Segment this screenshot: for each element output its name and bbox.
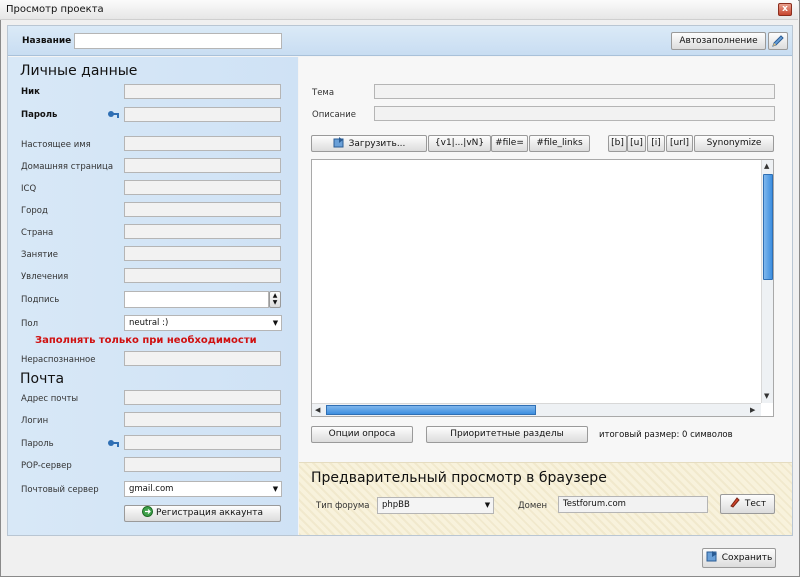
real-name-input[interactable] <box>124 136 281 151</box>
upload-icon <box>333 137 344 148</box>
horizontal-scrollbar[interactable]: ◀ ▶ <box>312 403 761 416</box>
topic-input[interactable] <box>374 84 775 99</box>
homepage-label: Домашняя страница <box>21 162 114 172</box>
footer-bar <box>8 536 792 576</box>
mail-section-title: Почта <box>20 371 65 387</box>
priority-sections-button[interactable]: Приоритетные разделы <box>426 426 588 443</box>
mail-login-input[interactable] <box>124 412 281 427</box>
spin-up-icon[interactable]: ▲ <box>270 292 280 299</box>
nick-label: Ник <box>21 87 40 97</box>
city-label: Город <box>21 206 48 216</box>
name-label: Название <box>22 36 72 46</box>
scroll-down-icon[interactable]: ▼ <box>764 392 769 400</box>
forum-type-select[interactable]: phpBB ▼ <box>377 497 494 514</box>
url-button[interactable]: [url] <box>666 135 693 152</box>
pencil-icon <box>772 35 784 47</box>
file-button[interactable]: #file= <box>491 135 528 152</box>
name-input[interactable] <box>74 33 282 49</box>
horizontal-scroll-thumb[interactable] <box>326 405 536 415</box>
forum-type-label: Тип форума <box>316 501 370 511</box>
underline-button[interactable]: [u] <box>627 135 646 152</box>
signature-input[interactable] <box>124 291 269 308</box>
window-title: Просмотр проекта <box>6 4 104 15</box>
edit-button[interactable] <box>768 32 788 50</box>
signature-spinner[interactable]: ▲ ▼ <box>269 291 281 308</box>
unrecognized-label: Нераспознанное <box>21 355 96 365</box>
hobbies-input[interactable] <box>124 268 281 283</box>
vertical-scroll-thumb[interactable] <box>763 174 773 280</box>
vertical-scrollbar[interactable]: ▲ ▼ <box>761 160 773 403</box>
chevron-down-icon: ▼ <box>272 485 279 493</box>
poll-options-button[interactable]: Опции опроса <box>311 426 413 443</box>
signature-label: Подпись <box>21 295 60 305</box>
chevron-down-icon: ▼ <box>484 501 491 509</box>
synonymize-button[interactable]: Synonymize <box>694 135 774 152</box>
brush-icon <box>730 497 740 508</box>
homepage-input[interactable] <box>124 158 281 173</box>
spin-down-icon[interactable]: ▼ <box>270 299 280 306</box>
description-label: Описание <box>312 110 356 120</box>
occupation-input[interactable] <box>124 246 281 261</box>
title-bar[interactable]: Просмотр проекта x <box>0 0 798 20</box>
password-input[interactable] <box>124 107 281 122</box>
file-links-button[interactable]: #file_links <box>529 135 590 152</box>
real-name-label: Настоящее имя <box>21 140 91 150</box>
save-icon <box>706 551 717 562</box>
country-input[interactable] <box>124 224 281 239</box>
icq-label: ICQ <box>21 184 37 194</box>
gender-select[interactable]: neutral :) ▼ <box>124 315 282 331</box>
close-button[interactable]: x <box>778 3 792 16</box>
bold-button[interactable]: [b] <box>608 135 627 152</box>
personal-section-title: Личные данные <box>20 63 138 79</box>
mail-password-label: Пароль <box>21 439 54 449</box>
mail-login-label: Логин <box>21 416 49 426</box>
occupation-label: Занятие <box>21 250 59 260</box>
save-button[interactable]: Сохранить <box>702 548 776 568</box>
total-size-text: итоговый размер: 0 символов <box>599 430 733 440</box>
preview-title: Предварительный просмотр в браузере <box>311 470 607 486</box>
test-button[interactable]: Тест <box>720 494 775 514</box>
domain-input[interactable]: Testforum.com <box>558 496 708 513</box>
mail-address-label: Адрес почты <box>21 394 79 404</box>
icq-input[interactable] <box>124 180 281 195</box>
autofill-button[interactable]: Автозаполнение <box>671 32 766 50</box>
password-label: Пароль <box>21 110 58 120</box>
post-body-textarea[interactable] <box>311 159 774 417</box>
unrecognized-input[interactable] <box>124 351 281 366</box>
mail-address-input[interactable] <box>124 390 281 405</box>
topic-label: Тема <box>312 88 335 98</box>
variants-button[interactable]: {v1|...|vN} <box>428 135 491 152</box>
domain-label: Домен <box>518 501 548 511</box>
chevron-down-icon: ▼ <box>272 319 279 327</box>
globe-icon <box>141 506 153 517</box>
scroll-up-icon[interactable]: ▲ <box>764 162 769 170</box>
hobbies-label: Увлечения <box>21 272 69 282</box>
country-label: Страна <box>21 228 54 238</box>
key-icon[interactable] <box>107 438 120 449</box>
scroll-right-icon[interactable]: ▶ <box>750 406 755 414</box>
key-icon[interactable] <box>107 109 120 120</box>
mail-server-label: Почтовый сервер <box>21 485 99 495</box>
nick-input[interactable] <box>124 84 281 99</box>
description-input[interactable] <box>374 106 775 121</box>
pop-server-label: POP-сервер <box>21 461 72 471</box>
pop-server-input[interactable] <box>124 457 281 472</box>
italic-button[interactable]: [i] <box>647 135 665 152</box>
scroll-left-icon[interactable]: ◀ <box>315 406 320 414</box>
mail-password-input[interactable] <box>124 435 281 450</box>
register-account-button[interactable]: Регистрация аккаунта <box>124 505 281 522</box>
optional-warning: Заполнять только при необходимости <box>35 335 257 346</box>
gender-label: Пол <box>21 319 39 329</box>
mail-server-select[interactable]: gmail.com ▼ <box>124 481 282 497</box>
upload-button[interactable]: Загрузить... <box>311 135 427 152</box>
city-input[interactable] <box>124 202 281 217</box>
